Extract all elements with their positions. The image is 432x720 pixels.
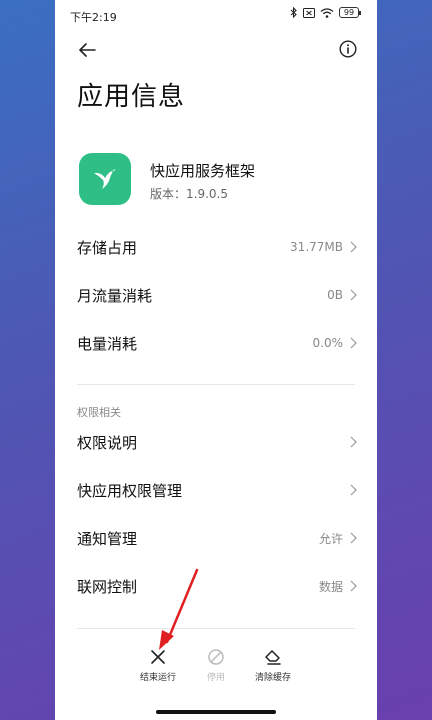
clear-cache-button[interactable]: 清除缓存: [243, 648, 303, 683]
monthly-data-row[interactable]: 月流量消耗 0B: [77, 275, 357, 315]
quick-app-permission-row[interactable]: 快应用权限管理: [77, 470, 357, 510]
row-value: 数据: [318, 579, 343, 594]
clear-cache-label: 清除缓存: [254, 673, 291, 683]
storage-usage-row[interactable]: 存储占用 31.77MB: [77, 227, 357, 267]
row-label: 电量消耗: [77, 334, 138, 353]
bottom-action-bar: 结束运行 停用 清除缓存: [55, 648, 377, 698]
row-value: 0B: [327, 288, 343, 302]
row-label: 月流量消耗: [77, 286, 153, 305]
no-sim-icon: [303, 7, 315, 18]
row-label: 权限说明: [77, 433, 138, 452]
chevron-right-icon: [350, 289, 357, 301]
app-version: 版本：1.9.0.5: [150, 187, 228, 201]
page-title: 应用信息: [77, 82, 186, 112]
battery-icon: 99: [339, 7, 361, 18]
chevron-right-icon: [350, 436, 357, 448]
force-stop-label: 结束运行: [139, 673, 176, 683]
disable-label: 停用: [206, 673, 225, 683]
app-icon: [79, 153, 131, 205]
bluetooth-icon: [290, 7, 297, 18]
row-value: 31.77MB: [290, 240, 343, 254]
hummingbird-icon: [94, 169, 116, 189]
bottom-divider: [77, 628, 355, 629]
section-divider: [77, 384, 355, 385]
battery-usage-row[interactable]: 电量消耗 0.0%: [77, 323, 357, 363]
force-stop-button[interactable]: 结束运行: [128, 648, 188, 683]
home-indicator[interactable]: [156, 710, 276, 714]
notification-management-row[interactable]: 通知管理 允许: [77, 518, 357, 558]
close-icon: [151, 650, 165, 664]
app-name: 快应用服务框架: [150, 162, 256, 180]
chevron-right-icon: [350, 337, 357, 349]
network-control-row[interactable]: 联网控制 数据: [77, 566, 357, 606]
row-label: 存储占用: [77, 238, 138, 257]
section-title: 权限相关: [77, 406, 121, 419]
back-arrow-icon[interactable]: [77, 40, 97, 60]
disable-button[interactable]: 停用: [186, 648, 246, 683]
status-time: 下午2:19: [70, 11, 117, 24]
row-label: 快应用权限管理: [77, 481, 183, 500]
row-label: 通知管理: [77, 529, 138, 548]
status-icons: 99: [290, 7, 361, 18]
row-label: 联网控制: [77, 577, 138, 596]
permission-description-row[interactable]: 权限说明: [77, 422, 357, 462]
chevron-right-icon: [350, 580, 357, 592]
row-value: 允许: [318, 531, 343, 546]
disable-icon: [208, 649, 224, 665]
chevron-right-icon: [350, 484, 357, 496]
row-value: 0.0%: [312, 336, 344, 350]
status-bar: 下午2:19 99: [55, 0, 377, 32]
wifi-icon: [320, 7, 334, 18]
info-icon[interactable]: [339, 40, 357, 58]
eraser-icon: [265, 650, 281, 665]
top-bar: [55, 36, 377, 66]
chevron-right-icon: [350, 532, 357, 544]
phone-screen: 下午2:19 99 应用信息 快应用服务框架 版本：1.9.0.5 存储占用 3…: [55, 0, 377, 720]
chevron-right-icon: [350, 241, 357, 253]
